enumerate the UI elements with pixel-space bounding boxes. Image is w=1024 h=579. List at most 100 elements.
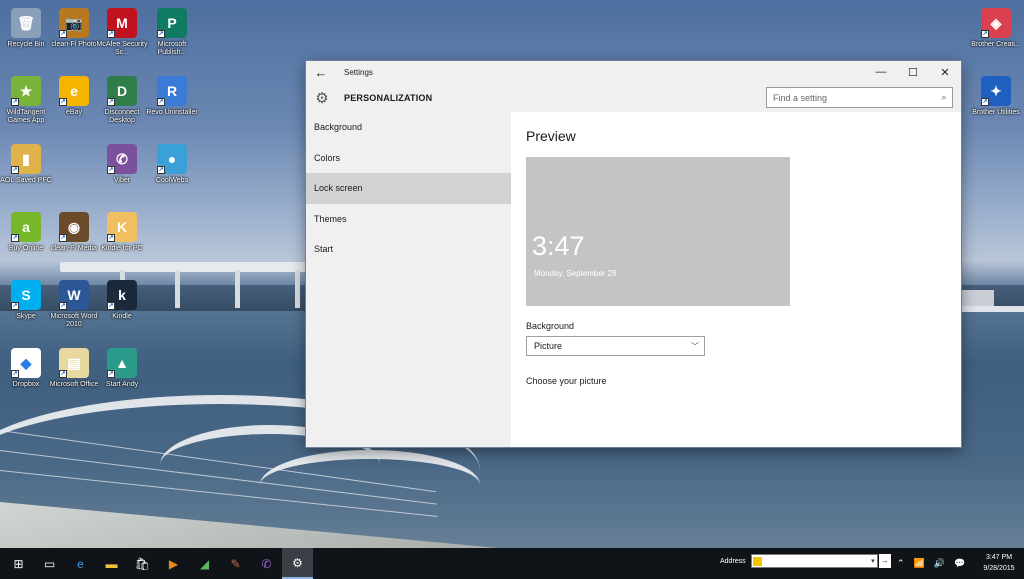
lock-screen-preview: 3:47 Monday, September 28 <box>526 157 790 306</box>
go-arrow-icon[interactable]: → <box>878 554 891 568</box>
nav-item-lock-screen[interactable]: Lock screen <box>306 173 511 204</box>
preview-time: 3:47 <box>532 231 585 261</box>
clock-time: 3:47 PM <box>985 554 1013 561</box>
app-icon: K ↗ <box>107 212 137 242</box>
desktop-icon-label: AOL Saved PFC <box>0 177 52 184</box>
shortcut-arrow-icon: ↗ <box>59 302 67 310</box>
address-input[interactable]: ▾ <box>750 554 878 568</box>
nav-item-start[interactable]: Start <box>306 234 511 265</box>
desktop-icon[interactable]: ● ↗ CoolWebs <box>146 144 198 185</box>
shortcut-arrow-icon: ↗ <box>11 370 19 378</box>
app-icon: ✆ ↗ <box>107 144 137 174</box>
close-button[interactable]: ✕ <box>929 61 961 83</box>
desktop-icon[interactable]: ▤ ↗ Microsoft Office <box>48 348 100 389</box>
desktop-icon[interactable]: 📷 ↗ clean-Fi Photo <box>48 8 100 49</box>
desktop-icon-label: McAfee Security Sc... <box>96 41 148 56</box>
desktop-icon-label: Skype <box>16 313 36 320</box>
shortcut-arrow-icon: ↗ <box>11 166 19 174</box>
settings-taskbar-icon[interactable]: ⚙ <box>282 548 313 579</box>
file-explorer-icon[interactable]: ▬ <box>96 548 127 579</box>
nav-item-themes[interactable]: Themes <box>306 204 511 235</box>
shortcut-arrow-icon: ↗ <box>157 166 165 174</box>
desktop-icon-label: Recycle Bin <box>7 41 45 48</box>
desktop-icon[interactable]: R ↗ Revo Uninstaller <box>146 76 198 117</box>
search-input[interactable] <box>767 88 936 107</box>
maximize-button[interactable]: ☐ <box>897 61 929 83</box>
edge-browser-icon[interactable]: e <box>65 548 96 579</box>
app-icon[interactable]: ◢ <box>189 548 220 579</box>
desktop-icon[interactable]: 🗑 Recycle Bin <box>0 8 52 49</box>
notifications-icon[interactable]: 💬 <box>954 558 965 569</box>
favicon-icon <box>752 556 762 566</box>
desktop-icon-label: Buy Online <box>8 245 44 252</box>
desktop-icon-label: Microsoft Word 2010 <box>50 313 98 328</box>
desktop-icon[interactable]: k ↗ Kindle <box>96 280 148 321</box>
background-dropdown-value: Picture <box>534 341 563 351</box>
paint-icon[interactable]: ✎ <box>220 548 251 579</box>
desktop-icon-label: Brother Creati... <box>971 41 1021 48</box>
app-icon: ▤ ↗ <box>59 348 89 378</box>
shortcut-arrow-icon: ↗ <box>59 234 67 242</box>
choose-picture-label: Choose your picture <box>526 376 607 386</box>
desktop-icon-label: clean-Fi Media <box>51 245 97 252</box>
desktop-icon[interactable]: ✆ ↗ Viber <box>96 144 148 185</box>
nav-item-background[interactable]: Background <box>306 112 511 143</box>
search-icon[interactable]: ⌕ <box>936 92 952 103</box>
store-icon[interactable]: 🛍 <box>127 548 158 579</box>
desktop-icon[interactable]: D ↗ Disconnect Desktop <box>96 76 148 125</box>
windows-start-icon[interactable]: ⊞ <box>3 548 34 579</box>
desktop-icon[interactable]: ★ ↗ WildTangent Games App <box>0 76 52 125</box>
app-icon: ▮ ↗ <box>11 144 41 174</box>
nav-item-colors[interactable]: Colors <box>306 143 511 174</box>
chevron-up-icon[interactable]: ⌃ <box>897 558 905 569</box>
app-icon: ● ↗ <box>157 144 187 174</box>
shortcut-arrow-icon: ↗ <box>157 30 165 38</box>
desktop-icon-label: eBay <box>66 109 82 116</box>
app-icon: ◈ ↗ <box>981 8 1011 38</box>
desktop-icon-label: Kindle <box>112 313 132 320</box>
app-icon: 🗑 <box>11 8 41 38</box>
desktop-icon[interactable]: P ↗ Microsoft Publish... <box>146 8 198 57</box>
desktop-icon[interactable]: S ↗ Skype <box>0 280 52 321</box>
volume-icon[interactable]: 🔊 <box>934 558 945 569</box>
desktop-icon-label: Viber <box>113 177 131 184</box>
media-player-icon[interactable]: ▶ <box>158 548 189 579</box>
minimize-button[interactable]: — <box>865 61 897 83</box>
address-label: Address <box>720 557 746 565</box>
background-dropdown[interactable]: Picture ﹀ <box>526 336 705 356</box>
shortcut-arrow-icon: ↗ <box>59 98 67 106</box>
desktop-icon[interactable]: e ↗ eBay <box>48 76 100 117</box>
back-arrow-icon[interactable]: ← <box>306 65 336 80</box>
desktop-icon[interactable]: M ↗ McAfee Security Sc... <box>96 8 148 57</box>
desktop-icon[interactable]: ◉ ↗ clean-Fi Media <box>48 212 100 253</box>
desktop-icon[interactable]: a ↗ Buy Online <box>0 212 52 253</box>
window-title: Settings <box>344 67 373 77</box>
desktop-icon[interactable]: ◈ ↗ Brother Creati... <box>970 8 1022 49</box>
desktop-icon-label: Revo Uninstaller <box>146 109 198 116</box>
desktop-icon-label: Microsoft Publish... <box>157 41 187 56</box>
app-icon: M ↗ <box>107 8 137 38</box>
desktop-icon[interactable]: ✦ ↗ Brother Utilities <box>970 76 1022 117</box>
desktop-icon[interactable]: K ↗ Kindle for PC <box>96 212 148 253</box>
shortcut-arrow-icon: ↗ <box>107 234 115 242</box>
desktop-icon[interactable]: W ↗ Microsoft Word 2010 <box>48 280 100 329</box>
shortcut-arrow-icon: ↗ <box>981 98 989 106</box>
desktop-icon-label: CoolWebs <box>155 177 189 184</box>
desktop-icon-label: Start Andy <box>105 381 139 388</box>
clock[interactable]: 3:47 PM 9/28/2015 <box>980 552 1018 574</box>
app-icon: R ↗ <box>157 76 187 106</box>
desktop-icon[interactable]: ▮ ↗ AOL Saved PFC <box>0 144 52 185</box>
viber-icon[interactable]: ✆ <box>251 548 282 579</box>
background-label: Background <box>526 321 575 331</box>
address-toolbar: Address ▾ → <box>720 554 891 568</box>
desktop-icon[interactable]: ◆ ↗ Dropbox <box>0 348 52 389</box>
settings-header: ⚙ PERSONALIZATION ⌕ <box>306 83 961 112</box>
task-view-icon[interactable]: ▭ <box>34 548 65 579</box>
chevron-down-icon[interactable]: ▾ <box>871 557 877 565</box>
shortcut-arrow-icon: ↗ <box>157 98 165 106</box>
search-box[interactable]: ⌕ <box>766 87 953 108</box>
desktop-icon[interactable]: ▲ ↗ Start Andy <box>96 348 148 389</box>
app-icon: D ↗ <box>107 76 137 106</box>
network-icon[interactable]: 📶 <box>914 558 925 569</box>
app-icon: ▲ ↗ <box>107 348 137 378</box>
